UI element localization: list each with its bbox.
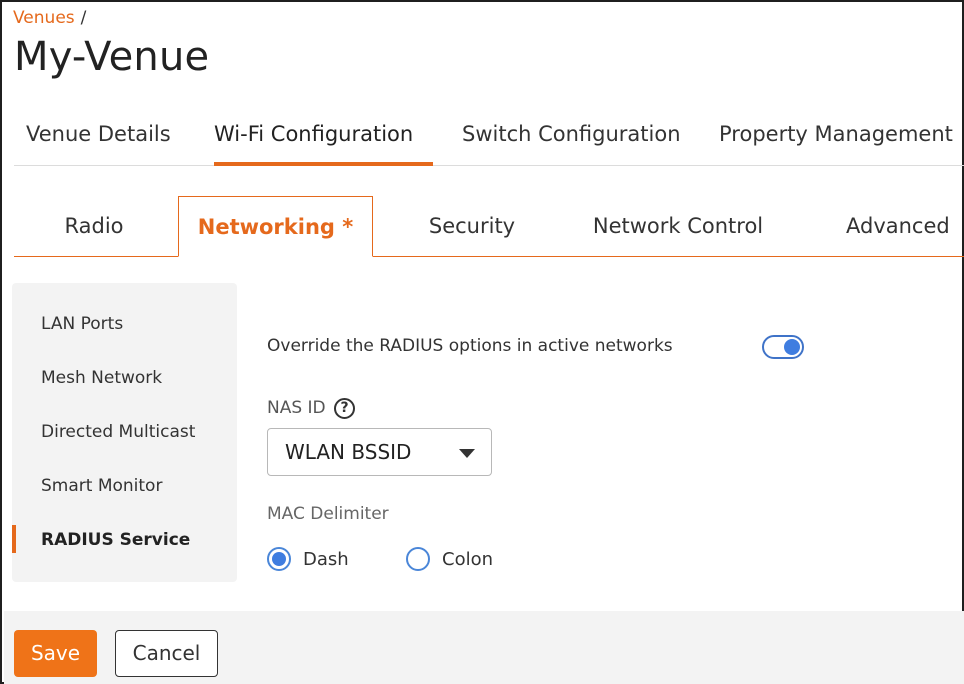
main-tabs: Venue Details Wi-Fi Configuration Switch…: [14, 106, 964, 166]
subtab-radio[interactable]: Radio: [14, 196, 174, 257]
caret-down-icon: [459, 449, 475, 458]
side-item-directed-multicast[interactable]: Directed Multicast: [41, 422, 195, 442]
mac-delimiter-dash-label[interactable]: Dash: [303, 549, 349, 570]
side-item-radius-service[interactable]: RADIUS Service: [41, 530, 190, 550]
breadcrumb-venues-link[interactable]: Venues: [13, 8, 75, 28]
side-item-lan-ports[interactable]: LAN Ports: [41, 314, 123, 334]
toggle-knob: [784, 339, 800, 355]
side-item-smart-monitor[interactable]: Smart Monitor: [41, 476, 162, 496]
cancel-button[interactable]: Cancel: [115, 630, 218, 677]
sub-tabs: Radio Networking * Security Network Cont…: [14, 196, 964, 257]
subtab-advanced[interactable]: Advanced: [798, 196, 964, 257]
breadcrumb: Venues /: [13, 8, 86, 28]
subtab-network-control[interactable]: Network Control: [574, 196, 782, 257]
tab-property-management[interactable]: Property Management: [719, 106, 953, 166]
save-button[interactable]: Save: [14, 630, 97, 677]
active-tab-indicator: [214, 162, 433, 166]
tab-venue-details[interactable]: Venue Details: [26, 106, 171, 166]
mac-delimiter-colon-label[interactable]: Colon: [442, 549, 493, 570]
mac-delimiter-label: MAC Delimiter: [267, 504, 389, 524]
tab-switch-configuration[interactable]: Switch Configuration: [462, 106, 681, 166]
question-circle-icon[interactable]: ?: [334, 398, 355, 419]
nas-id-label: NAS ID: [267, 398, 326, 418]
mac-delimiter-dash-radio[interactable]: [267, 547, 291, 571]
page-title: My-Venue: [14, 34, 210, 80]
active-side-item-indicator: [12, 525, 16, 553]
side-item-mesh-network[interactable]: Mesh Network: [41, 368, 162, 388]
venue-config-window: Venues / My-Venue Venue Details Wi-Fi Con…: [0, 0, 964, 684]
subtab-networking[interactable]: Networking *: [178, 196, 373, 257]
networking-side-menu: LAN Ports Mesh Network Directed Multicas…: [12, 283, 237, 582]
mac-delimiter-colon-radio[interactable]: [406, 547, 430, 571]
nas-id-selected-value: WLAN BSSID: [285, 440, 412, 464]
subtab-security[interactable]: Security: [382, 196, 562, 257]
override-radius-toggle[interactable]: [762, 335, 804, 359]
nas-id-select[interactable]: WLAN BSSID: [267, 428, 492, 476]
tab-wifi-configuration[interactable]: Wi-Fi Configuration: [214, 106, 413, 166]
override-radius-label: Override the RADIUS options in active ne…: [267, 336, 673, 356]
breadcrumb-separator: /: [80, 8, 87, 28]
